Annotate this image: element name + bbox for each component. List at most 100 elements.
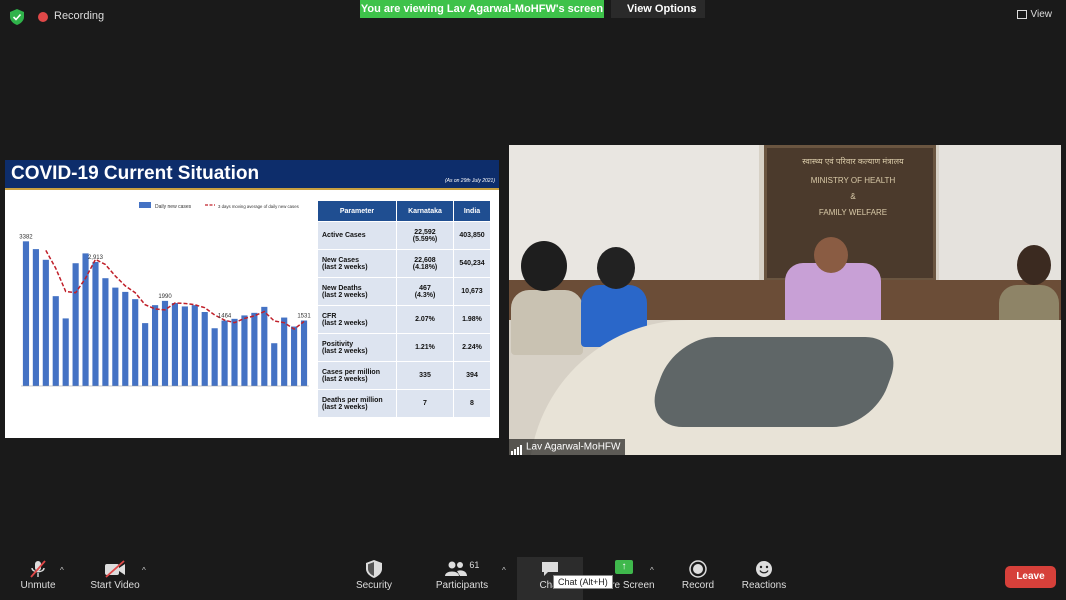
daily-cases-bar [251,312,258,386]
daily-cases-bar [241,315,248,386]
cell-parameter: Cases per million (last 2 weeks) [317,361,397,390]
record-label: Record [681,580,715,591]
reactions-smiley-icon [756,561,772,577]
daily-cases-bar [181,306,188,386]
cell-karnataka: 1.21% [396,333,454,362]
cell-parameter: New Cases (last 2 weeks) [317,249,397,278]
daily-cases-bar [231,318,238,386]
slide-title: COVID-19 Current Situation [11,163,260,184]
param-name: New Deaths [322,284,362,292]
karnataka-share: (4.3%) [414,291,436,299]
daily-cases-bar [161,300,169,386]
chat-tooltip: Chat (Alt+H) [553,575,613,589]
share-screen-icon: ↑ [615,560,633,574]
karnataka-value: 335 [419,372,431,379]
param-name: CFR [322,312,337,320]
view-layout-icon [1016,9,1027,19]
daily-cases-bar [42,259,49,386]
participant-name-label: Lav Agarwal-MoHFW [509,439,626,455]
param-qualifier: (last 2 weeks) [322,375,368,383]
audio-options-caret-icon[interactable]: ^ [60,566,64,575]
cell-karnataka: 2.07% [396,305,454,334]
table-mat [642,337,906,427]
top-bar: Recording You are viewing Lav Agarwal-Mo… [0,0,1066,34]
board-line-2: & [850,192,856,201]
table-row: New Deaths (last 2 weeks) 467 (4.3%) 10,673 [317,277,491,306]
unmute-button[interactable]: Unmute [14,552,62,600]
security-shield-icon [366,560,382,578]
daily-cases-bar [122,291,129,386]
person-2-head [597,247,635,289]
daily-cases-bar [191,305,198,386]
param-name: Positivity [322,340,354,348]
security-button[interactable]: Security [352,552,396,600]
legend-label-line: 3 days moving average of daily new cases [218,204,299,209]
daily-cases-bar [62,318,69,386]
reactions-button[interactable]: Reactions [738,552,790,600]
param-name: Active Cases [322,232,366,239]
table-row: New Cases (last 2 weeks) 22,608 (4.18%) 540,… [317,249,491,278]
video-options-caret-icon[interactable]: ^ [142,566,146,575]
view-options-label: View Options [627,3,697,15]
param-name: Cases per million [322,368,380,376]
cell-parameter: New Deaths (last 2 weeks) [317,277,397,306]
karnataka-value: 2.07% [415,316,435,323]
param-qualifier: (last 2 weeks) [322,263,368,271]
shield-check-icon[interactable] [10,9,24,25]
table-row: Active Cases 22,592 (5.59%) 403,850 [317,221,491,250]
cell-india: 10,673 [453,277,491,306]
daily-cases-bar [92,261,99,386]
record-button[interactable]: Record [676,552,720,600]
daily-cases-bar [281,317,288,386]
reactions-label: Reactions [741,580,787,591]
data-label: 3382 [19,234,33,240]
table-row: Cases per million (last 2 weeks) 335 394 [317,361,491,390]
slide-header: COVID-19 Current Situation (As on 29th J… [5,160,499,188]
daily-cases-bar [300,320,308,386]
viewing-banner: You are viewing Lav Agarwal-MoHFW's scre… [360,0,604,18]
cell-karnataka: 7 [396,389,454,418]
param-name: Deaths per million [322,396,383,404]
daily-cases-bar [52,296,59,386]
param-qualifier: (last 2 weeks) [322,319,368,327]
data-label: 2,913 [88,255,104,261]
table-header-row: Parameter Karnataka India [317,200,491,222]
meeting-toolbar: Unmute ^ Start Video ^ Security 61 Parti… [0,552,1066,600]
daily-cases-bar [102,278,109,386]
daily-cases-bar [151,305,159,386]
shared-screen-slide: COVID-19 Current Situation (As on 29th J… [5,160,499,438]
start-video-button[interactable]: Start Video [86,552,144,600]
cell-india: 8 [453,389,491,418]
view-options-button[interactable]: View Options ⌄ [611,0,705,18]
ministry-nameboard: स्वास्थ्य एवं परिवार कल्याण मंत्रालय MIN… [764,145,936,281]
record-icon [689,560,707,578]
daily-cases-bar [112,287,119,386]
signal-strength-icon [511,439,523,455]
recording-icon [38,12,48,22]
karnataka-value: 467 [419,284,431,292]
slide-divider [5,188,499,190]
daily-cases-bar [261,306,268,386]
daily-cases-bar [171,303,179,386]
daily-cases-chart: Daily new cases 3 days moving average of… [19,202,311,387]
participants-options-caret-icon[interactable]: ^ [502,566,506,575]
video-tile-lav-agarwal[interactable]: स्वास्थ्य एवं परिवार कल्याण मंत्रालय MIN… [509,145,1061,455]
person-4-head [1017,245,1051,285]
share-options-caret-icon[interactable]: ^ [650,566,654,575]
header-india: India [453,200,491,222]
cell-parameter: CFR (last 2 weeks) [317,305,397,334]
board-line-1: MINISTRY OF HEALTH [810,176,896,185]
chevron-down-icon: ⌄ [689,4,697,14]
view-label: View [1030,9,1053,20]
leave-button[interactable]: Leave [1005,566,1056,588]
recording-label: Recording [54,10,105,22]
board-line-3: FAMILY WELFARE [818,208,888,217]
video-off-icon [105,560,125,578]
karnataka-value: 22,608 [414,256,436,264]
table-row: Positivity (last 2 weeks) 1.21% 2.24% [317,333,491,362]
participants-label: Participants [435,580,489,591]
cell-karnataka: 22,592 (5.59%) [396,221,454,250]
participants-button[interactable]: 61 Participants [432,552,492,600]
view-button[interactable]: View [1016,9,1053,20]
daily-cases-bar [201,311,208,386]
